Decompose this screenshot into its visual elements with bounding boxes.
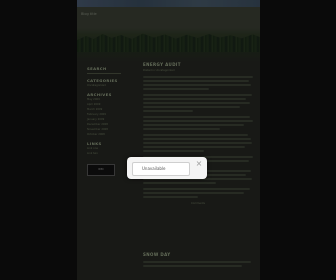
close-button[interactable]: × — [194, 159, 204, 169]
dialog-message: Unavailable — [142, 166, 166, 171]
modal-overlay[interactable] — [0, 0, 336, 280]
close-icon: × — [195, 159, 203, 168]
error-dialog: Unavailable × — [127, 157, 207, 179]
dialog-message-box: Unavailable — [132, 162, 190, 176]
